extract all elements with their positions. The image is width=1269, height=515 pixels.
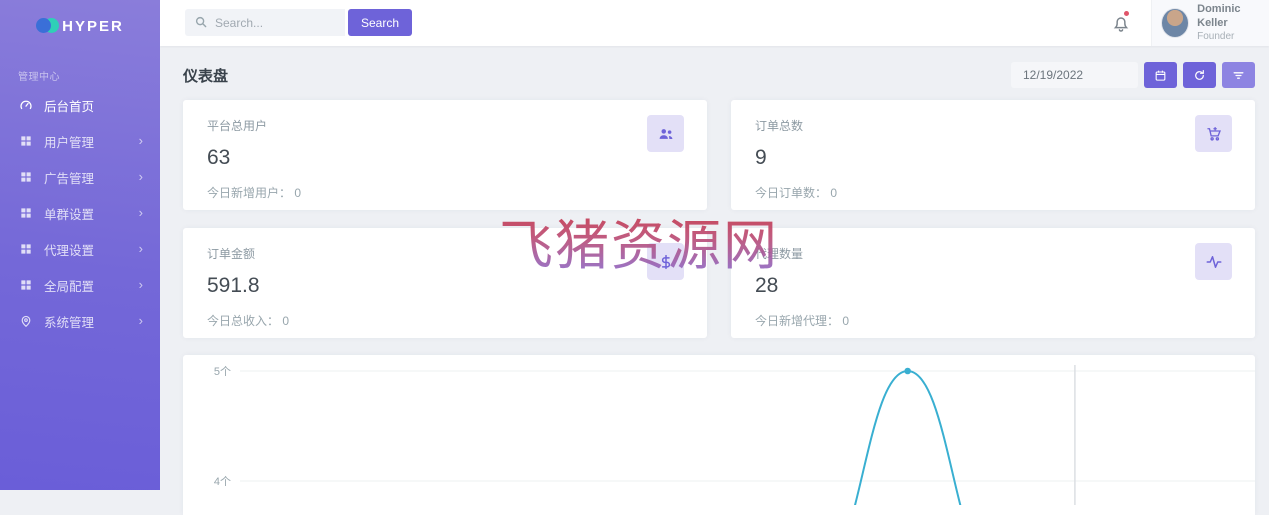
svg-text:4个: 4个 <box>214 475 231 488</box>
sidebar-item-label: 代理设置 <box>44 243 95 258</box>
stat-sub-label: 今日总收入： <box>207 314 280 328</box>
bell-icon[interactable] <box>1110 11 1132 34</box>
user-name: Dominic Keller <box>1197 3 1241 29</box>
grid-icon <box>19 278 33 292</box>
sidebar-item-dashboard[interactable]: 后台首页 <box>0 87 160 123</box>
search-input[interactable] <box>185 9 345 36</box>
chevron-right-icon: › <box>138 240 143 256</box>
stat-sub-label: 今日订单数： <box>755 186 828 200</box>
chevron-right-icon: › <box>138 168 143 184</box>
refresh-button[interactable] <box>1183 62 1216 88</box>
chevron-right-icon: › <box>138 312 143 328</box>
avatar <box>1161 8 1190 38</box>
filter-button[interactable] <box>1222 62 1255 88</box>
sidebar-item-label: 用户管理 <box>44 135 95 150</box>
user-menu[interactable]: Dominic Keller Founder <box>1151 0 1269 46</box>
brand-logo[interactable]: HYPER <box>0 0 160 52</box>
chevron-right-icon: › <box>138 276 143 292</box>
calendar-icon <box>1155 70 1166 81</box>
page-title: 仪表盘 <box>183 67 229 85</box>
chevron-right-icon: › <box>138 132 143 148</box>
stat-sub-value: 0 <box>294 186 302 200</box>
stat-sub-label: 今日新增用户： <box>207 186 292 200</box>
grid-icon <box>19 170 33 184</box>
orders-chart-svg: 5个 4个 <box>214 365 1255 505</box>
gauge-icon <box>19 98 33 112</box>
search-button[interactable]: Search <box>348 9 413 36</box>
stat-card-agent-count: 代理数量 28 今日新增代理： 0 <box>731 228 1255 338</box>
orders-chart-card: 5个 4个 <box>183 355 1255 515</box>
sidebar-item-users[interactable]: 用户管理 › <box>0 123 160 159</box>
stat-sub-value: 0 <box>830 186 838 200</box>
sidebar-item-label: 广告管理 <box>44 171 95 186</box>
sidebar: HYPER 管理中心 后台首页 用户管理 › 广告管理 › 单群设置 › 代理设… <box>0 0 160 490</box>
sidebar-item-system[interactable]: 系统管理 › <box>0 303 160 339</box>
stat-sub-value: 0 <box>282 314 290 328</box>
sidebar-item-label: 全局配置 <box>44 279 95 294</box>
stat-label: 订单金额 <box>207 247 256 261</box>
stat-value: 591.8 <box>207 274 260 297</box>
main-content: 仪表盘 平台总用户 63 今日新增用户： 0 订单总数 9 今日 <box>160 46 1269 515</box>
grid-icon <box>19 206 33 220</box>
svg-text:5个: 5个 <box>214 365 231 378</box>
cart-icon <box>1195 115 1232 152</box>
stat-card-total-orders: 订单总数 9 今日订单数： 0 <box>731 100 1255 210</box>
search-icon <box>194 15 208 29</box>
sidebar-item-label: 单群设置 <box>44 207 95 222</box>
grid-icon <box>19 242 33 256</box>
filter-icon <box>1233 71 1244 79</box>
notification-dot <box>1124 11 1129 16</box>
grid-icon <box>19 134 33 148</box>
stat-sub-value: 0 <box>842 314 850 328</box>
users-icon <box>647 115 684 152</box>
stat-label: 订单总数 <box>755 119 804 133</box>
refresh-icon <box>1195 69 1204 80</box>
stat-value: 9 <box>755 146 767 169</box>
stat-label: 平台总用户 <box>207 119 268 133</box>
sidebar-item-group-settings[interactable]: 单群设置 › <box>0 195 160 231</box>
sidebar-item-ads[interactable]: 广告管理 › <box>0 159 160 195</box>
stat-card-total-users: 平台总用户 63 今日新增用户： 0 <box>183 100 707 210</box>
brand-name: HYPER <box>62 17 124 35</box>
stat-value: 63 <box>207 146 231 169</box>
activity-icon <box>1195 243 1232 280</box>
topbar: Search Dominic Keller Founder <box>160 0 1269 46</box>
user-role: Founder <box>1197 30 1235 42</box>
date-input[interactable] <box>1011 62 1138 88</box>
brand-logo-icon <box>36 17 62 35</box>
chevron-right-icon: › <box>138 204 143 220</box>
sidebar-section-label: 管理中心 <box>18 72 60 83</box>
map-pin-icon <box>19 314 33 328</box>
dollar-icon <box>647 243 684 280</box>
stat-sub-label: 今日新增代理： <box>755 314 840 328</box>
calendar-button[interactable] <box>1144 62 1177 88</box>
stat-label: 代理数量 <box>755 247 804 261</box>
stat-card-order-amount: 订单金额 591.8 今日总收入： 0 <box>183 228 707 338</box>
sidebar-item-label: 系统管理 <box>44 315 95 330</box>
sidebar-item-agent-settings[interactable]: 代理设置 › <box>0 231 160 267</box>
stat-value: 28 <box>755 274 779 297</box>
sidebar-item-global-config[interactable]: 全局配置 › <box>0 267 160 303</box>
sidebar-item-label: 后台首页 <box>44 99 95 114</box>
